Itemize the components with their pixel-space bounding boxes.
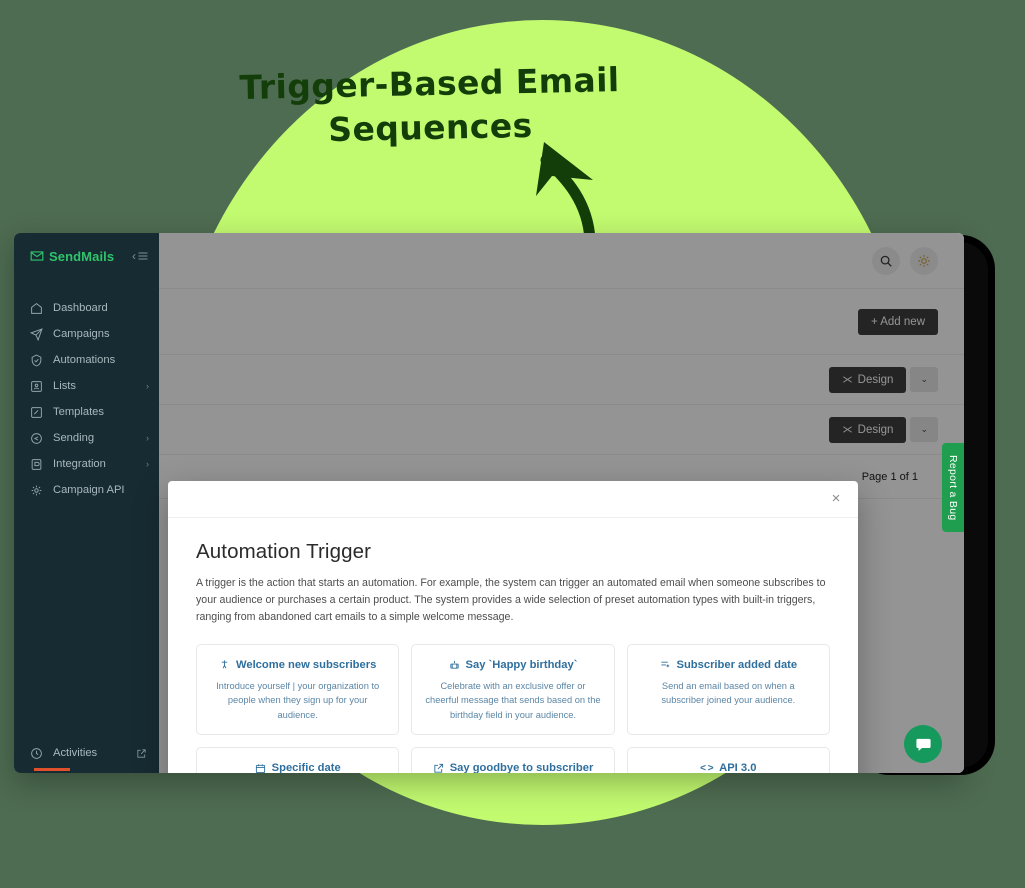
sidebar-brand-label: SendMails xyxy=(49,248,115,264)
sidebar-item-integration[interactable]: Integration › xyxy=(14,451,159,477)
shield-check-icon xyxy=(31,354,42,366)
sidebar-item-label: Templates xyxy=(53,406,104,418)
sidebar-item-lists[interactable]: Lists › xyxy=(14,373,159,399)
card-header: Welcome new subscribers xyxy=(209,659,386,671)
sidebar: SendMails ‹ Dashboard Campaigns Automati… xyxy=(14,233,159,773)
modal-header: × xyxy=(168,481,858,518)
exit-box-icon xyxy=(434,763,443,773)
annotation-line-1: Trigger-Based Email xyxy=(239,60,620,107)
sidebar-item-campaigns[interactable]: Campaigns xyxy=(14,321,159,347)
code-brackets-icon: < > xyxy=(700,762,714,773)
sidebar-item-sending[interactable]: Sending › xyxy=(14,425,159,451)
card-title: Subscriber added date xyxy=(676,658,798,671)
card-header: Subscriber added date xyxy=(640,659,817,671)
sidebar-item-label: Integration xyxy=(53,458,106,470)
chat-bubble-icon xyxy=(915,738,931,751)
card-header: Specific date xyxy=(209,762,386,773)
history-clock-icon xyxy=(31,747,42,759)
paper-plane-icon xyxy=(30,327,43,341)
sidebar-item-label: Dashboard xyxy=(53,302,108,314)
sidebar-bottom: Activities xyxy=(14,738,159,773)
sidebar-nav: Dashboard Campaigns Automations Lists › … xyxy=(14,295,159,503)
chevron-right-icon: › xyxy=(146,433,149,443)
trigger-card-api-3-0[interactable]: < > API 3.0 Trigger an email series with… xyxy=(626,747,830,773)
chevron-right-icon: › xyxy=(146,381,149,391)
card-title: Welcome new subscribers xyxy=(236,658,377,671)
trigger-card-welcome-new-subscribers[interactable]: Welcome new subscribers Introduce yourse… xyxy=(196,643,400,736)
integration-icon xyxy=(31,458,42,470)
sidebar-item-campaign-api[interactable]: Campaign API xyxy=(14,477,159,503)
contacts-icon xyxy=(31,380,42,392)
api-gear-icon xyxy=(31,485,42,495)
modal-body: Automation Trigger A trigger is the acti… xyxy=(168,518,858,773)
sidebar-item-automations[interactable]: Automations xyxy=(14,347,159,373)
chevron-right-icon: › xyxy=(146,459,149,469)
report-bug-button[interactable]: Report a Bug xyxy=(942,443,964,533)
chat-support-button[interactable] xyxy=(904,725,942,763)
home-icon xyxy=(31,302,42,314)
trigger-card-say-happy-birthday[interactable]: Say `Happy birthday` Celebrate with an e… xyxy=(411,643,615,736)
card-description: Introduce yourself | your organization t… xyxy=(216,680,380,720)
card-title: Specific date xyxy=(271,762,341,773)
sendmails-logo-icon xyxy=(30,251,44,261)
collapse-menu-icon[interactable]: ‹ xyxy=(132,249,149,263)
sidebar-item-dashboard[interactable]: Dashboard xyxy=(14,295,159,321)
sidebar-item-templates[interactable]: Templates xyxy=(14,399,159,425)
card-header: Say goodbye to subscriber xyxy=(424,762,601,773)
sidebar-item-label: Campaign API xyxy=(53,484,125,496)
activity-progress-bar xyxy=(34,768,70,771)
trigger-card-subscriber-added-date[interactable]: Subscriber added date Send an email base… xyxy=(626,643,830,736)
close-icon[interactable]: × xyxy=(827,489,845,507)
trigger-card-say-goodbye-to-subscriber[interactable]: Say goodbye to subscriber Send an email … xyxy=(411,747,615,773)
app-window: SendMails ‹ Dashboard Campaigns Automati… xyxy=(14,233,964,773)
card-header: < > API 3.0 xyxy=(640,762,817,773)
sidebar-item-label: Campaigns xyxy=(53,328,110,340)
modal-title: Automation Trigger xyxy=(196,540,371,563)
card-title: Say goodbye to subscriber xyxy=(449,762,594,773)
sidebar-item-label: Activities xyxy=(53,747,98,759)
automation-trigger-modal: × Automation Trigger A trigger is the ac… xyxy=(168,481,858,773)
modal-description: A trigger is the action that starts an a… xyxy=(196,577,826,623)
template-edit-icon xyxy=(31,406,42,418)
birthday-cake-icon xyxy=(449,661,459,669)
external-link-icon[interactable] xyxy=(136,748,147,759)
screenshot-stage: Trigger-Based Email Sequences SendMails … xyxy=(0,0,1025,888)
sidebar-brand[interactable]: SendMails ‹ xyxy=(14,233,159,279)
calendar-icon xyxy=(255,763,265,773)
card-header: Say `Happy birthday` xyxy=(424,659,601,671)
person-welcome-icon xyxy=(221,660,228,669)
card-title: Say `Happy birthday` xyxy=(465,658,578,671)
trigger-card-specific-date[interactable]: Specific date Send a one-time message ba… xyxy=(196,747,400,773)
sidebar-item-label: Sending xyxy=(53,432,95,444)
card-description: Celebrate with an exclusive offer or che… xyxy=(425,680,601,720)
sending-icon xyxy=(31,432,42,444)
card-description: Send an email based on when a subscriber… xyxy=(661,680,796,706)
sidebar-item-activities[interactable]: Activities xyxy=(14,738,159,768)
sidebar-item-label: Automations xyxy=(53,354,116,366)
trigger-card-grid: Welcome new subscribers Introduce yourse… xyxy=(196,643,830,773)
card-title: API 3.0 xyxy=(719,762,757,773)
sidebar-item-label: Lists xyxy=(53,380,77,392)
list-add-icon xyxy=(660,662,669,668)
